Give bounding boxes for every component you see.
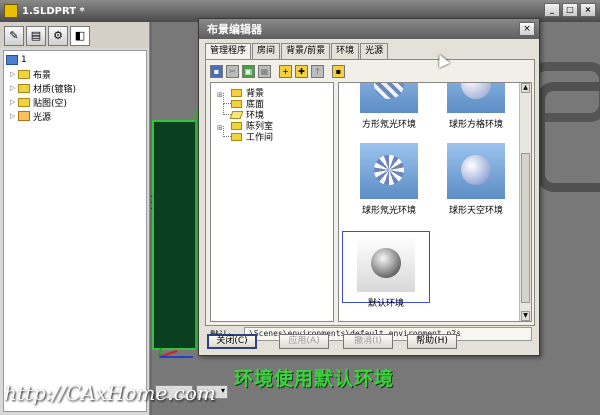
tree-item-scene[interactable]: ▷ 布景 (6, 67, 144, 81)
view-icon[interactable]: ▪ (332, 64, 345, 78)
panel-splitter[interactable]: · · · (150, 193, 155, 215)
caption-text: 环境使用默认环境 (234, 368, 395, 390)
folder-icon (231, 99, 242, 108)
gallery-item[interactable]: 球形氖光环境 (345, 143, 433, 216)
folder-icon (231, 88, 242, 97)
environment-thumbnail (447, 83, 505, 113)
environment-thumbnail (357, 236, 415, 292)
folder-tree: ⊞ 背景 底面 环境 ⊞ 陈列室 工作间 (210, 82, 334, 322)
gallery-item[interactable]: 球形方格环境 (432, 83, 520, 130)
gallery-scrollbar[interactable]: ▲ ▼ (519, 83, 531, 321)
dialog-title-bar[interactable]: 布景编辑器 (199, 19, 539, 39)
environment-thumbnail (360, 83, 418, 113)
folder-icon (18, 69, 30, 79)
dialog-buttons: 关闭(C) 应用(A) 撤消(I) 帮助(H) (207, 334, 537, 350)
part-icon (6, 55, 18, 65)
watermark-text: http://CAxHome.com (4, 381, 216, 405)
cut-icon[interactable]: ✂ (226, 64, 239, 78)
minimize-button[interactable]: _ (544, 3, 560, 17)
tab-environment[interactable]: 环境 (331, 43, 360, 59)
move-up-icon[interactable]: ↑ (311, 64, 324, 78)
axes-triad-icon (158, 347, 193, 358)
configuration-tab-icon[interactable]: ⚙ (48, 26, 68, 46)
maximize-button[interactable]: □ (562, 3, 578, 17)
feature-tree: 1 ▷ 布景 ▷ 材质(镀铬) ▷ 贴图(空) ▷ 光源 (3, 50, 147, 412)
light-icon (18, 111, 30, 121)
apply-button[interactable]: 应用(A) (279, 334, 329, 349)
folder-icon (18, 83, 30, 93)
tree-item-lights[interactable]: ▷ 光源 (6, 109, 144, 123)
environment-gallery: 方形氖光环境 球形方格环境 球形氖光环境 球形天空环境 默认环境 ▲ ▼ (338, 82, 532, 322)
environment-thumbnail (447, 143, 505, 199)
folder-item[interactable]: 工作间 (213, 126, 331, 143)
close-dialog-button[interactable]: 关闭(C) (207, 334, 257, 349)
expand-icon[interactable]: ▷ (10, 70, 18, 78)
scene-tab-icon[interactable]: ◧ (70, 26, 90, 46)
folder-icon (231, 121, 242, 130)
property-tab-icon[interactable]: ▤ (26, 26, 46, 46)
solidworks-icon (4, 4, 18, 18)
close-button[interactable]: × (580, 3, 596, 17)
scroll-up-icon[interactable]: ▲ (521, 83, 530, 93)
dialog-tabs: 管理程序 房间 背景/前景 环境 光源 (205, 43, 389, 60)
feature-tree-tab-icon[interactable]: ✎ (4, 26, 24, 46)
gallery-item[interactable]: 方形氖光环境 (345, 83, 433, 130)
undo-button[interactable]: 撤消(I) (343, 334, 393, 349)
gallery-item-selected[interactable]: 默认环境 (342, 231, 430, 309)
tab-manager[interactable]: 管理程序 (205, 43, 252, 60)
tab-lights[interactable]: 光源 (360, 43, 389, 59)
save-icon[interactable]: ▪ (210, 64, 223, 78)
folder-icon (18, 97, 30, 107)
expand-icon[interactable]: ▷ (10, 98, 18, 106)
feature-manager-panel: ✎ ▤ ⚙ ◧ 1 ▷ 布景 ▷ 材质(镀铬) ▷ 贴图(空) ▷ 光源 (0, 22, 150, 415)
gallery-item[interactable]: 球形天空环境 (432, 143, 520, 216)
tab-background[interactable]: 背景/前景 (281, 43, 331, 59)
tree-item-material[interactable]: ▷ 材质(镀铬) (6, 81, 144, 95)
folder-open-icon (229, 110, 244, 119)
expand-icon[interactable]: ▷ (10, 84, 18, 92)
paste-icon[interactable]: ▦ (258, 64, 271, 78)
tree-item-root[interactable]: 1 (6, 53, 144, 67)
manager-toolbar: ▪ ✂ ▣ ▦ + ✚ ↑ ▪ (210, 63, 345, 79)
help-button[interactable]: 帮助(H) (407, 334, 457, 349)
folder-icon (231, 132, 242, 141)
window-title: 1.SLDPRT * (22, 5, 85, 17)
tab-room[interactable]: 房间 (252, 43, 281, 59)
new-folder-icon[interactable]: + (279, 64, 292, 78)
dialog-title: 布景编辑器 (207, 23, 262, 36)
dialog-close-button[interactable]: × (519, 22, 535, 36)
add-file-icon[interactable]: ✚ (295, 64, 308, 78)
scene-editor-dialog: 布景编辑器 × 管理程序 房间 背景/前景 环境 光源 ▪ ✂ ▣ ▦ + ✚ … (198, 18, 540, 356)
environment-thumbnail (360, 143, 418, 199)
scrollbar-thumb[interactable] (521, 153, 530, 303)
copy-icon[interactable]: ▣ (242, 64, 255, 78)
tab-panel: ▪ ✂ ▣ ▦ + ✚ ↑ ▪ ⊞ 背景 底面 环境 ⊞ 陈列室 工作间 方形氖… (205, 59, 535, 341)
expand-icon[interactable]: ▷ (10, 112, 18, 120)
tree-item-decal[interactable]: ▷ 贴图(空) (6, 95, 144, 109)
scroll-down-icon[interactable]: ▼ (521, 311, 530, 321)
